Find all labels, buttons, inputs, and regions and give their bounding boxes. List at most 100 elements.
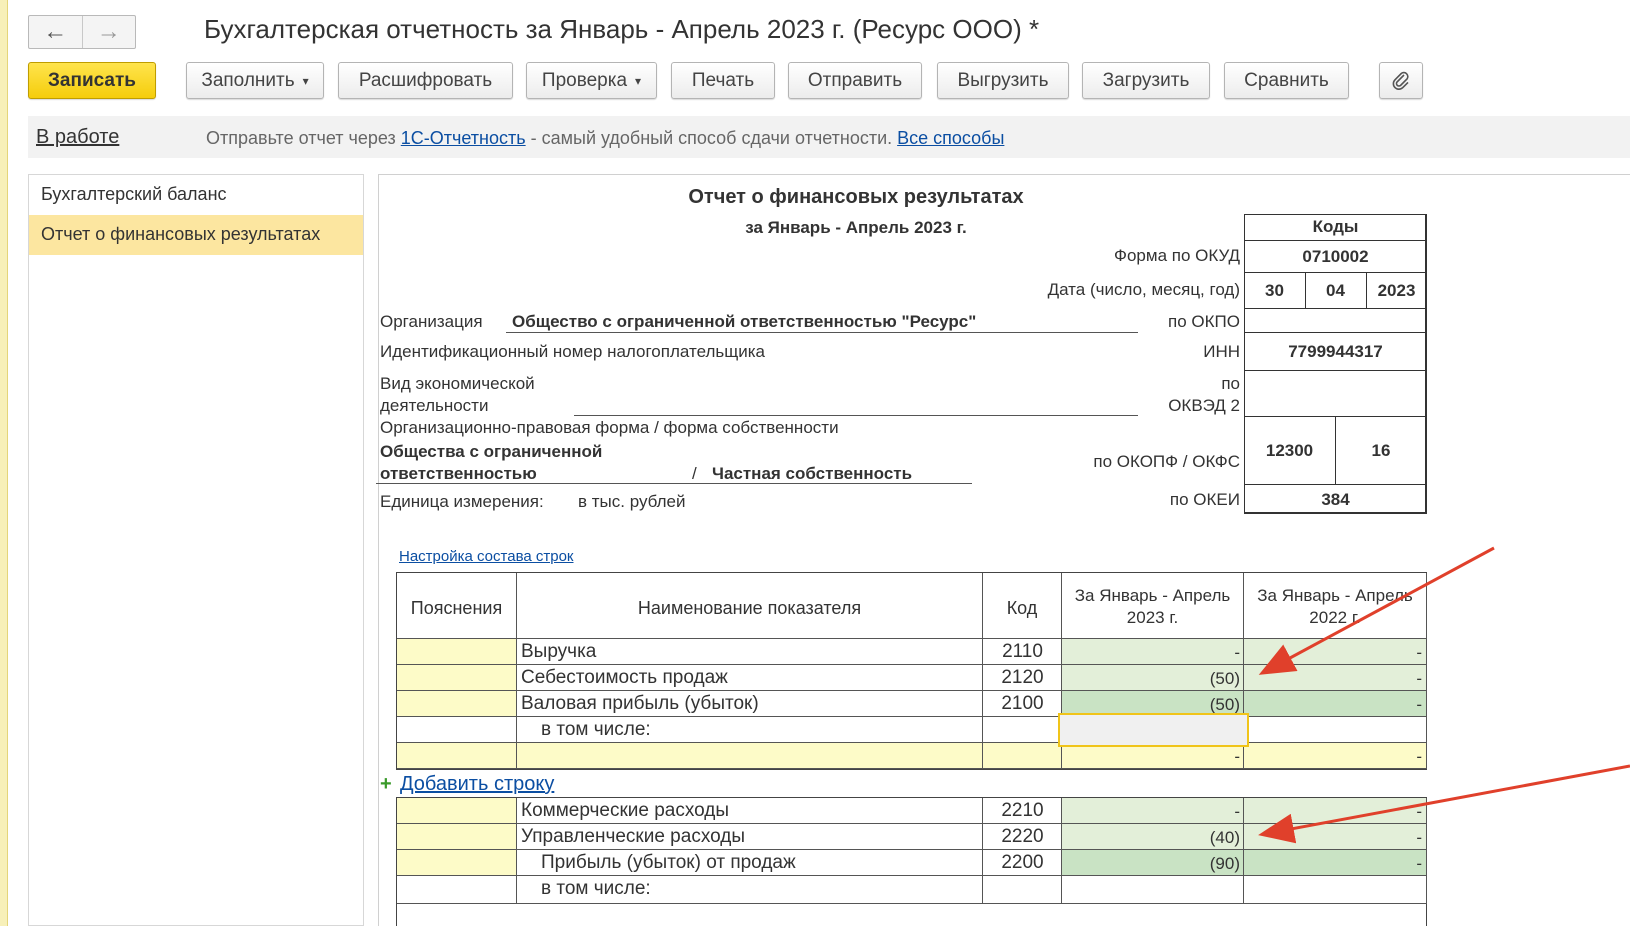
compare-button[interactable]: Сравнить: [1224, 62, 1349, 99]
send-button[interactable]: Отправить: [788, 62, 922, 99]
upper-cell-notes[interactable]: [397, 639, 517, 665]
lower-row-previous-value: -: [1416, 802, 1422, 821]
save-button[interactable]: Записать: [28, 62, 156, 99]
upper-cell-code: [983, 743, 1062, 769]
upper-cell-notes[interactable]: [397, 743, 517, 769]
export-button[interactable]: Выгрузить: [937, 62, 1069, 99]
row-settings-link[interactable]: Настройка состава строк: [399, 548, 574, 565]
org-label: Организация: [380, 312, 483, 331]
attach-button[interactable]: [1379, 62, 1423, 99]
lower-cell-code: [983, 876, 1062, 904]
upper-row-name: Себестоимость продаж: [521, 667, 728, 688]
lower-row-name: Коммерческие расходы: [521, 800, 730, 821]
lower-row-name: в том числе:: [541, 878, 651, 899]
reporting-service-link[interactable]: 1С-Отчетность: [401, 128, 526, 148]
inn-label-long: Идентификационный номер налогоплательщик…: [380, 342, 765, 361]
opf-value-2: ответственностью: [380, 464, 537, 483]
okei-value: 384: [1321, 489, 1350, 509]
fill-label: Заполнить: [201, 69, 295, 91]
table-header-cell: [1244, 573, 1427, 639]
table-header-cell: [1062, 573, 1244, 639]
okopf-value: 12300: [1265, 440, 1314, 460]
arrow-left-icon[interactable]: ←: [29, 16, 82, 48]
lower-cell-notes[interactable]: [397, 824, 517, 850]
lower-cell-cur[interactable]: [1062, 876, 1244, 904]
upper-row-code: 2100: [1001, 693, 1044, 714]
upper-row-code: 2110: [1002, 641, 1043, 662]
upper-row-current-value: -: [1234, 643, 1240, 662]
all-methods-link[interactable]: Все способы: [897, 128, 1004, 148]
print-button[interactable]: Печать: [671, 62, 775, 99]
inn-value: 7799944317: [1288, 341, 1383, 361]
date-label: Дата (число, месяц, год): [1047, 280, 1240, 299]
report-sections-panel: Бухгалтерский баланс Отчет о финансовых …: [28, 174, 364, 926]
lower-row-current-value: (90): [1209, 854, 1240, 873]
org-value: Общество с ограниченной ответственностью…: [512, 312, 977, 331]
date-year: 2023: [1377, 280, 1416, 300]
activity-underline: [574, 415, 1138, 416]
lower-row-current-value: (40): [1209, 828, 1240, 847]
plus-icon: +: [380, 773, 392, 795]
opf-separator: /: [692, 464, 697, 483]
lower-row-code: 2210: [1001, 800, 1044, 821]
okfs-value: 16: [1371, 440, 1391, 460]
activity-label: Вид экономической: [380, 374, 535, 393]
okved-label: по: [1221, 374, 1240, 393]
upper-row-name: Выручка: [521, 641, 597, 662]
sidebar-item-balance[interactable]: Бухгалтерский баланс: [29, 175, 363, 215]
lower-row-name: Управленческие расходы: [521, 826, 745, 847]
chevron-down-icon: ▾: [302, 73, 309, 88]
upper-row-previous-value: -: [1416, 669, 1422, 688]
lower-row-previous-value: -: [1416, 828, 1422, 847]
report-title: Отчет о финансовых результатах: [688, 186, 1024, 208]
upper-row-name: в том числе:: [541, 719, 651, 740]
upper-row-current-value: -: [1234, 747, 1240, 766]
add-row-link[interactable]: Добавить строку: [400, 773, 554, 796]
org-underline: [506, 332, 1138, 333]
table-header-cell: [397, 573, 517, 639]
paperclip-icon: [1392, 71, 1409, 90]
lower-row-previous-value: -: [1416, 854, 1422, 873]
date-day: 30: [1265, 280, 1284, 300]
opf-underline: [376, 483, 972, 484]
chevron-down-icon: ▾: [635, 73, 642, 88]
import-button[interactable]: Загрузить: [1082, 62, 1210, 99]
sidebar-item-financial-results[interactable]: Отчет о финансовых результатах: [29, 215, 363, 255]
fill-button[interactable]: Заполнить ▾: [186, 62, 324, 99]
arrow-right-icon[interactable]: →: [81, 16, 136, 48]
ownership-value: Частная собственность: [712, 464, 913, 483]
upper-row-previous-value: -: [1416, 643, 1422, 662]
date-month: 04: [1326, 280, 1345, 300]
lower-row-current-value: -: [1234, 802, 1240, 821]
decode-button[interactable]: Расшифровать: [338, 62, 513, 99]
table-header-cell: [517, 573, 983, 639]
opf-value: Общества с ограниченной: [380, 442, 603, 461]
upper-row-previous-value: -: [1416, 695, 1422, 714]
inn-label: ИНН: [1203, 342, 1240, 361]
lower-cell-notes[interactable]: [397, 850, 517, 876]
selected-cell[interactable]: [1058, 713, 1249, 747]
lower-cell-prev[interactable]: [1244, 876, 1427, 904]
upper-cell-name: [517, 743, 983, 769]
check-label: Проверка: [541, 69, 628, 91]
upper-cell-prev[interactable]: [1244, 717, 1427, 743]
info-message: Отправьте отчет через 1С-Отчетность - са…: [206, 128, 1004, 149]
lower-row-name: Прибыль (убыток) от продаж: [541, 852, 796, 873]
lower-row-code: 2220: [1001, 826, 1044, 847]
lower-cell-notes[interactable]: [397, 876, 517, 904]
lower-cell-notes[interactable]: [397, 798, 517, 824]
upper-cell-notes[interactable]: [397, 691, 517, 717]
upper-row-current-value: (50): [1209, 695, 1240, 714]
check-button[interactable]: Проверка ▾: [526, 62, 657, 99]
upper-cell-notes[interactable]: [397, 665, 517, 691]
left-edge-strip: [0, 0, 8, 926]
upper-cell-notes[interactable]: [397, 717, 517, 743]
status-link[interactable]: В работе: [36, 126, 119, 149]
okopf-label: по ОКОПФ / ОКФС: [1093, 452, 1240, 471]
upper-cell-code: [983, 717, 1062, 743]
unit-label: Единица измерения:: [380, 492, 544, 511]
codes-divider: [1244, 308, 1427, 309]
upper-row-current-value: (50): [1209, 669, 1240, 688]
codes-header: Коды: [1312, 217, 1359, 236]
okpo-label: по ОКПО: [1168, 312, 1240, 331]
